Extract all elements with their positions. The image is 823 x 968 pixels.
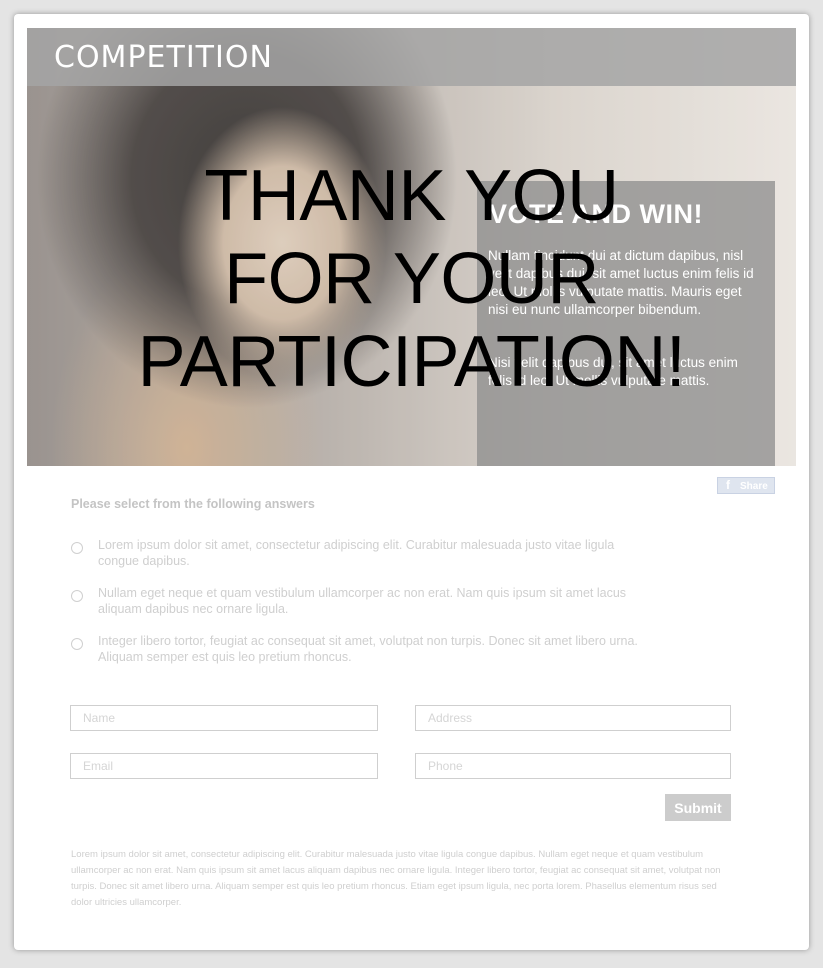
answer-text: Integer libero tortor, feugiat ac conseq… — [98, 634, 638, 664]
overlay-line-2: FOR YOUR — [224, 239, 599, 319]
radio-button[interactable] — [71, 638, 83, 650]
page-title: COMPETITION — [54, 40, 273, 75]
overlay-line-3: PARTICIPATION! — [137, 322, 686, 402]
email-field[interactable] — [70, 753, 378, 779]
thank-you-overlay: THANK YOU FOR YOUR PARTICIPATION! — [0, 155, 823, 404]
radio-button[interactable] — [71, 542, 83, 554]
fine-print: Lorem ipsum dolor sit amet, consectetur … — [71, 849, 721, 908]
answer-text: Lorem ipsum dolor sit amet, consectetur … — [98, 538, 615, 568]
name-field[interactable] — [70, 705, 378, 731]
phone-field[interactable] — [415, 753, 731, 779]
title-bar: COMPETITION — [27, 28, 796, 86]
facebook-icon: f — [726, 478, 730, 492]
overlay-line-1: THANK YOU — [204, 156, 619, 236]
address-field[interactable] — [415, 705, 731, 731]
answer-text: Nullam eget neque et quam vestibulum ull… — [98, 586, 627, 616]
question-label: Please select from the following answers — [71, 497, 315, 511]
share-button[interactable]: f Share — [717, 477, 775, 494]
share-label: Share — [740, 481, 768, 492]
submit-button[interactable]: Submit — [665, 794, 731, 821]
radio-button[interactable] — [71, 590, 83, 602]
